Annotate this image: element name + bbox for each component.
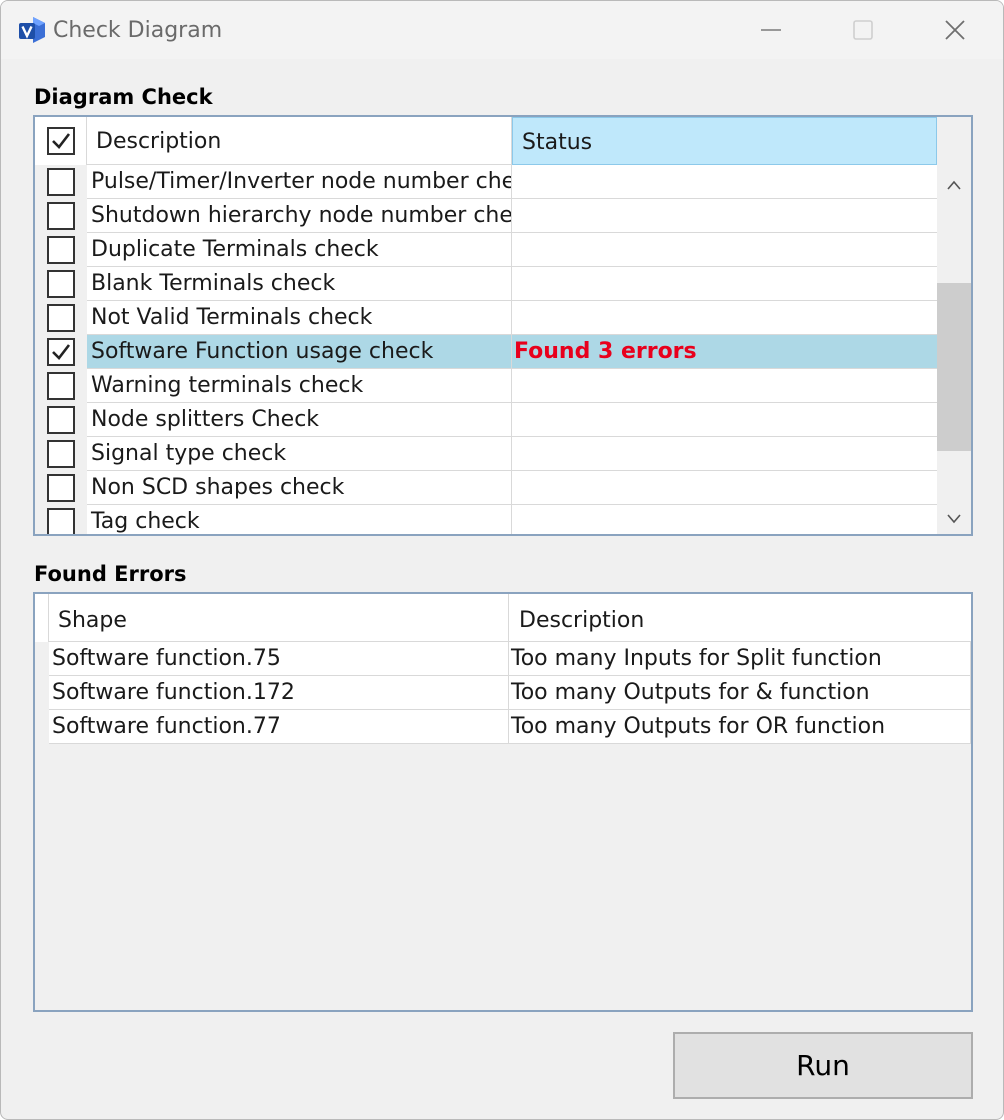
check-diagram-window: Check Diagram Diagram Check Description … [0, 0, 1004, 1120]
diagram-check-grid[interactable]: Description Status Pulse/Timer/Inverter … [33, 115, 973, 536]
row-header[interactable] [35, 676, 49, 710]
check-status [512, 199, 937, 233]
row-checkbox[interactable] [47, 236, 75, 264]
check-status [512, 301, 937, 335]
check-status: Found 3 errors [512, 335, 937, 369]
check-row[interactable]: Blank Terminals check [35, 267, 937, 301]
error-shape: Software function.77 [49, 710, 509, 744]
check-row[interactable]: Tag check [35, 505, 937, 534]
error-row[interactable]: Software function.75 Too many Inputs for … [35, 642, 971, 676]
check-description: Software Function usage check [87, 335, 512, 369]
scrollbar-thumb[interactable] [937, 283, 971, 451]
column-header-status[interactable]: Status [512, 117, 937, 165]
error-row[interactable]: Software function.77 Too many Outputs for… [35, 710, 971, 744]
window-title: Check Diagram [53, 18, 223, 43]
row-header[interactable] [35, 710, 49, 744]
row-checkbox[interactable] [47, 270, 75, 298]
check-row[interactable]: Software Function usage check Found 3 err… [35, 335, 937, 369]
vertical-scrollbar[interactable] [937, 117, 971, 534]
found-errors-label: Found Errors [34, 562, 187, 586]
check-status [512, 471, 937, 505]
row-checkbox-cell [35, 301, 87, 335]
row-checkbox-cell [35, 471, 87, 505]
visio-app-icon [19, 17, 45, 43]
row-checkbox-cell [35, 403, 87, 437]
check-status [512, 369, 937, 403]
check-description: Non SCD shapes check [87, 471, 512, 505]
check-status [512, 437, 937, 471]
row-checkbox-cell [35, 369, 87, 403]
row-checkbox[interactable] [47, 202, 75, 230]
check-row[interactable]: Duplicate Terminals check [35, 233, 937, 267]
row-header[interactable] [35, 642, 49, 676]
check-description: Duplicate Terminals check [87, 233, 512, 267]
check-description: Not Valid Terminals check [87, 301, 512, 335]
check-description: Pulse/Timer/Inverter node number check [87, 165, 512, 199]
found-errors-grid[interactable]: Shape Description Software function.75 To… [33, 592, 973, 1012]
check-grid-header: Description Status [35, 117, 937, 165]
check-row[interactable]: Shutdown hierarchy node number check [35, 199, 937, 233]
row-checkbox[interactable] [47, 168, 75, 196]
diagram-check-label: Diagram Check [34, 85, 213, 109]
minimize-icon [761, 29, 781, 31]
title-bar[interactable]: Check Diagram [1, 1, 1003, 59]
column-header-shape[interactable]: Shape [49, 594, 509, 642]
check-status [512, 505, 937, 534]
row-checkbox[interactable] [47, 406, 75, 434]
check-row[interactable]: Not Valid Terminals check [35, 301, 937, 335]
checkmark-icon [52, 344, 71, 360]
row-checkbox[interactable] [47, 508, 75, 534]
close-icon [945, 20, 965, 40]
scroll-up-icon[interactable] [946, 179, 962, 191]
error-row[interactable]: Software function.172 Too many Outputs fo… [35, 676, 971, 710]
column-header-error-description[interactable]: Description [509, 594, 971, 642]
row-checkbox[interactable] [47, 474, 75, 502]
row-checkbox-cell [35, 165, 87, 199]
error-shape: Software function.172 [49, 676, 509, 710]
row-checkbox-cell [35, 437, 87, 471]
error-shape: Software function.75 [49, 642, 509, 676]
run-button[interactable]: Run [673, 1032, 973, 1099]
checkmark-icon [52, 133, 71, 149]
check-row[interactable]: Node splitters Check [35, 403, 937, 437]
check-status [512, 233, 937, 267]
check-description: Node splitters Check [87, 403, 512, 437]
maximize-icon [853, 20, 873, 40]
check-status [512, 267, 937, 301]
scroll-down-icon[interactable] [946, 513, 962, 525]
error-description: Too many Outputs for & function [509, 676, 971, 710]
check-rows: Pulse/Timer/Inverter node number check Sh… [35, 165, 937, 534]
close-button[interactable] [909, 1, 1001, 59]
check-row[interactable]: Pulse/Timer/Inverter node number check [35, 165, 937, 199]
row-checkbox[interactable] [47, 440, 75, 468]
check-row[interactable]: Warning terminals check [35, 369, 937, 403]
check-description: Shutdown hierarchy node number check [87, 199, 512, 233]
column-header-description[interactable]: Description [87, 117, 512, 165]
row-header-corner [35, 594, 49, 642]
row-checkbox-cell [35, 335, 87, 369]
check-description: Signal type check [87, 437, 512, 471]
check-status [512, 403, 937, 437]
row-checkbox-cell [35, 233, 87, 267]
check-row[interactable]: Signal type check [35, 437, 937, 471]
row-checkbox[interactable] [47, 304, 75, 332]
select-all-cell [35, 117, 87, 165]
check-description: Tag check [87, 505, 512, 534]
row-checkbox-cell [35, 199, 87, 233]
errors-grid-header: Shape Description [35, 594, 971, 642]
select-all-checkbox[interactable] [47, 127, 75, 155]
check-status [512, 165, 937, 199]
row-checkbox[interactable] [47, 372, 75, 400]
minimize-button[interactable] [725, 1, 817, 59]
row-checkbox-cell [35, 505, 87, 534]
maximize-button[interactable] [817, 1, 909, 59]
check-description: Warning terminals check [87, 369, 512, 403]
error-description: Too many Outputs for OR function [509, 710, 971, 744]
row-checkbox[interactable] [47, 338, 75, 366]
check-row[interactable]: Non SCD shapes check [35, 471, 937, 505]
check-description: Blank Terminals check [87, 267, 512, 301]
row-checkbox-cell [35, 267, 87, 301]
error-description: Too many Inputs for Split function [509, 642, 971, 676]
